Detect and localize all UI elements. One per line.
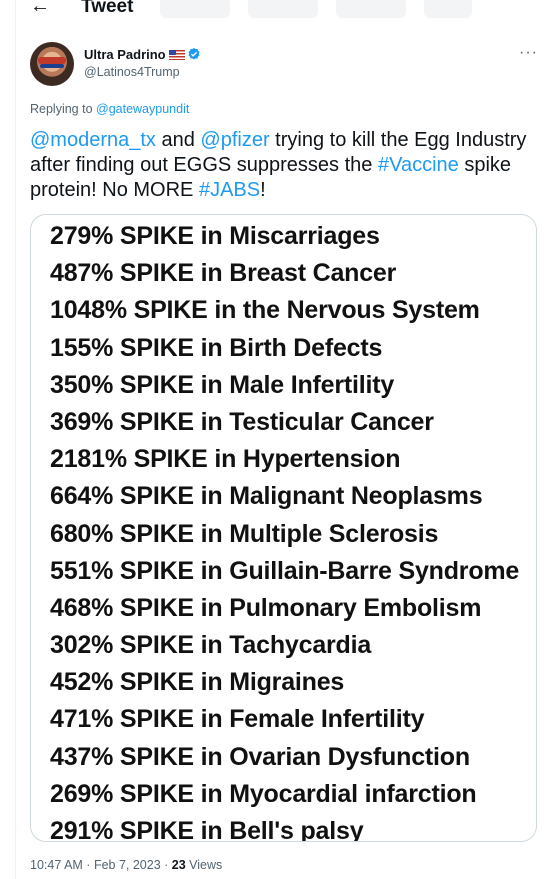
tweet-text-segment: !: [260, 179, 266, 201]
image-text-line: 487% SPIKE in Breast Cancer: [50, 259, 397, 288]
views-label: Views: [185, 858, 223, 872]
tweet-time[interactable]: 10:47 AM: [30, 858, 83, 872]
us-flag-icon: [168, 50, 185, 60]
blurred-header-area: [336, 0, 406, 18]
tweet-page: ← Tweet Ultra Padrino @Latinos4Trump ···…: [0, 0, 560, 879]
image-text-line: 350% SPIKE in Male Infertility: [50, 370, 395, 399]
reply-prefix: Replying to: [30, 102, 97, 116]
image-text-line: 680% SPIKE in Multiple Sclerosis: [50, 519, 439, 548]
image-text-line: 1048% SPIKE in the Nervous System: [50, 296, 480, 325]
meta-separator: ·: [82, 858, 94, 872]
image-text-line: 551% SPIKE in Guillain-Barre Syndrome: [50, 556, 520, 585]
arrow-left-icon[interactable]: ←: [30, 0, 50, 18]
image-text-line: 279% SPIKE in Miscarriages: [50, 222, 380, 250]
page-title: Tweet: [81, 0, 134, 17]
tweet-meta: 10:47 AM · Feb 7, 2023 · 23 Views: [30, 857, 222, 873]
blurred-header-area: [424, 0, 472, 18]
image-text-line: 291% SPIKE in Bell's palsy: [50, 817, 364, 842]
image-text-lines: 279% SPIKE in Miscarriages 487% SPIKE in…: [50, 218, 536, 842]
image-text-line: 369% SPIKE in Testicular Cancer: [50, 407, 434, 436]
verified-badge-icon: [188, 47, 200, 60]
tweet-date[interactable]: Feb 7, 2023: [94, 858, 161, 872]
image-text-line: 437% SPIKE in Ovarian Dysfunction: [50, 742, 470, 771]
tweet-header: ← Tweet: [0, 0, 560, 22]
hashtag-link[interactable]: #JABS: [199, 179, 260, 201]
blurred-header-area: [160, 0, 230, 18]
replying-to: Replying to @gatewaypundit: [30, 101, 189, 117]
image-text-line: 664% SPIKE in Malignant Neoplasms: [50, 482, 483, 511]
image-text-line: 302% SPIKE in Tachycardia: [50, 631, 372, 660]
avatar[interactable]: [30, 42, 74, 86]
reply-mention-link[interactable]: @gatewaypundit: [96, 102, 189, 116]
author-name-text: Ultra Padrino: [84, 47, 166, 62]
image-text-line: 468% SPIKE in Pulmonary Embolism: [50, 593, 482, 622]
image-text-line: 269% SPIKE in Myocardial infarction: [50, 779, 477, 808]
blurred-header-area: [248, 0, 318, 18]
image-text-line: 155% SPIKE in Birth Defects: [50, 333, 383, 362]
avatar-detail: [38, 57, 66, 64]
author-display-name[interactable]: Ultra Padrino: [84, 47, 201, 63]
tweet-text-segment: and: [155, 129, 201, 151]
image-text-line: 452% SPIKE in Migraines: [50, 668, 345, 697]
image-text-line: 2181% SPIKE in Hypertension: [50, 445, 401, 474]
meta-separator: ·: [160, 858, 172, 872]
tweet-text: @moderna_tx and @pfizer trying to kill t…: [30, 128, 540, 203]
mention-link[interactable]: @moderna_tx: [30, 129, 156, 151]
more-dots-icon[interactable]: ···: [519, 44, 538, 62]
column-divider: [15, 0, 16, 879]
image-text-line: 471% SPIKE in Female Infertility: [50, 705, 425, 734]
avatar-detail: [40, 64, 64, 68]
mention-link[interactable]: @pfizer: [200, 129, 269, 151]
hashtag-link[interactable]: #Vaccine: [378, 154, 459, 176]
author-handle[interactable]: @Latinos4Trump: [84, 64, 180, 80]
tweet-image[interactable]: 279% SPIKE in Miscarriages 487% SPIKE in…: [30, 214, 537, 842]
views-count: 23: [171, 858, 186, 872]
